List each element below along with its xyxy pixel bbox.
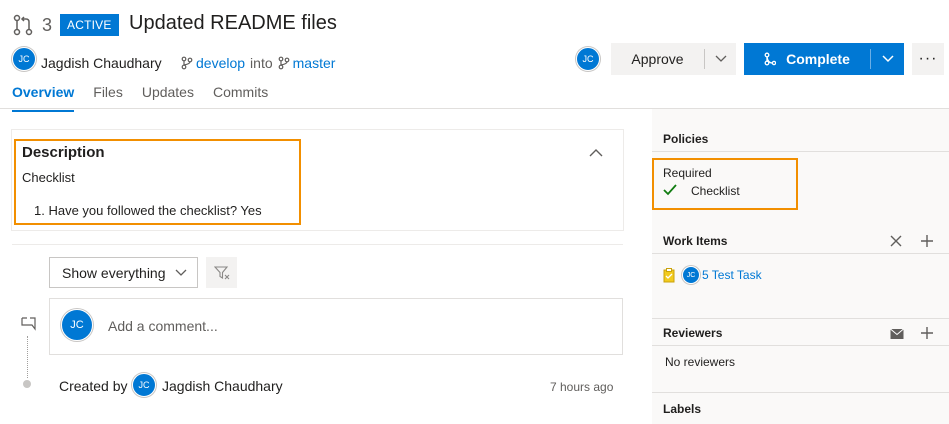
filter-icon — [213, 265, 229, 279]
task-icon — [663, 268, 675, 283]
avatar: JC — [61, 309, 93, 341]
tab-updates[interactable]: Updates — [142, 84, 194, 108]
reviewer-avatar[interactable]: JC — [576, 47, 600, 71]
close-icon[interactable] — [889, 234, 903, 248]
sidebar-divider — [652, 318, 949, 319]
branch-icon — [181, 56, 193, 70]
mail-icon[interactable] — [890, 328, 904, 340]
branch-icon — [278, 56, 290, 70]
avatar[interactable]: JC — [132, 373, 156, 397]
complete-main[interactable]: Complete — [744, 51, 870, 67]
policies-heading: Policies — [663, 132, 709, 146]
sidebar-divider — [652, 345, 949, 346]
work-items-heading: Work Items — [663, 234, 728, 248]
check-icon — [663, 184, 677, 196]
source-branch-link[interactable]: develop — [196, 55, 245, 71]
created-time: 7 hours ago — [550, 380, 614, 394]
required-label: Required — [663, 166, 712, 180]
chevron-up-icon[interactable] — [588, 146, 604, 160]
branch-info: develop into master — [181, 55, 335, 71]
into-text: into — [250, 55, 273, 71]
pull-request-icon — [13, 14, 33, 36]
activity-filter-dropdown[interactable]: Show everything — [49, 257, 198, 288]
status-badge: ACTIVE — [60, 14, 119, 36]
tab-overview[interactable]: Overview — [12, 84, 75, 112]
tab-files[interactable]: Files — [93, 84, 123, 108]
sidebar — [652, 109, 949, 424]
chevron-down-icon — [715, 55, 726, 62]
complete-label: Complete — [786, 51, 850, 67]
comment-icon — [21, 317, 36, 331]
complete-dropdown[interactable] — [871, 55, 904, 63]
target-branch-link[interactable]: master — [293, 55, 336, 71]
approve-button[interactable]: Approve — [611, 43, 736, 75]
checklist-item: 1. Have you followed the checklist? Yes — [34, 203, 262, 218]
no-reviewers-text: No reviewers — [665, 355, 736, 369]
sidebar-divider — [652, 253, 949, 254]
page-title: Updated README files — [129, 12, 337, 34]
sidebar-divider — [652, 392, 949, 393]
created-by-label: Created by — [59, 378, 128, 394]
creator-name[interactable]: Jagdish Chaudhary — [162, 378, 283, 394]
reviewers-heading: Reviewers — [663, 326, 723, 340]
more-actions-button[interactable]: ··· — [912, 43, 944, 75]
labels-heading: Labels — [663, 402, 702, 416]
filter-button[interactable] — [206, 257, 237, 288]
author-name[interactable]: Jagdish Chaudhary — [41, 55, 162, 71]
description-heading: Description — [22, 144, 105, 161]
sidebar-divider — [652, 151, 949, 152]
approve-dropdown[interactable] — [705, 55, 736, 63]
work-item-link[interactable]: 5 Test Task — [702, 268, 762, 282]
chevron-down-icon — [175, 269, 187, 276]
filter-dropdown-label: Show everything — [62, 264, 166, 281]
tab-bar: Overview Files Updates Commits — [12, 84, 287, 112]
tab-commits[interactable]: Commits — [213, 84, 268, 108]
chevron-down-icon — [881, 55, 894, 63]
section-divider — [12, 244, 623, 245]
avatar: JC — [682, 266, 700, 284]
timeline-line — [27, 336, 28, 378]
avatar[interactable]: JC — [12, 47, 36, 71]
policy-item[interactable]: Checklist — [691, 184, 740, 198]
description-subheading: Checklist — [22, 170, 75, 185]
pr-id: 3 — [42, 15, 53, 35]
timeline-dot — [23, 380, 31, 388]
merge-icon — [764, 52, 777, 66]
comment-input[interactable]: Add a comment... — [108, 318, 218, 334]
plus-icon[interactable] — [920, 326, 934, 340]
complete-button[interactable]: Complete — [744, 43, 904, 75]
plus-icon[interactable] — [920, 234, 934, 248]
approve-label: Approve — [631, 51, 684, 67]
